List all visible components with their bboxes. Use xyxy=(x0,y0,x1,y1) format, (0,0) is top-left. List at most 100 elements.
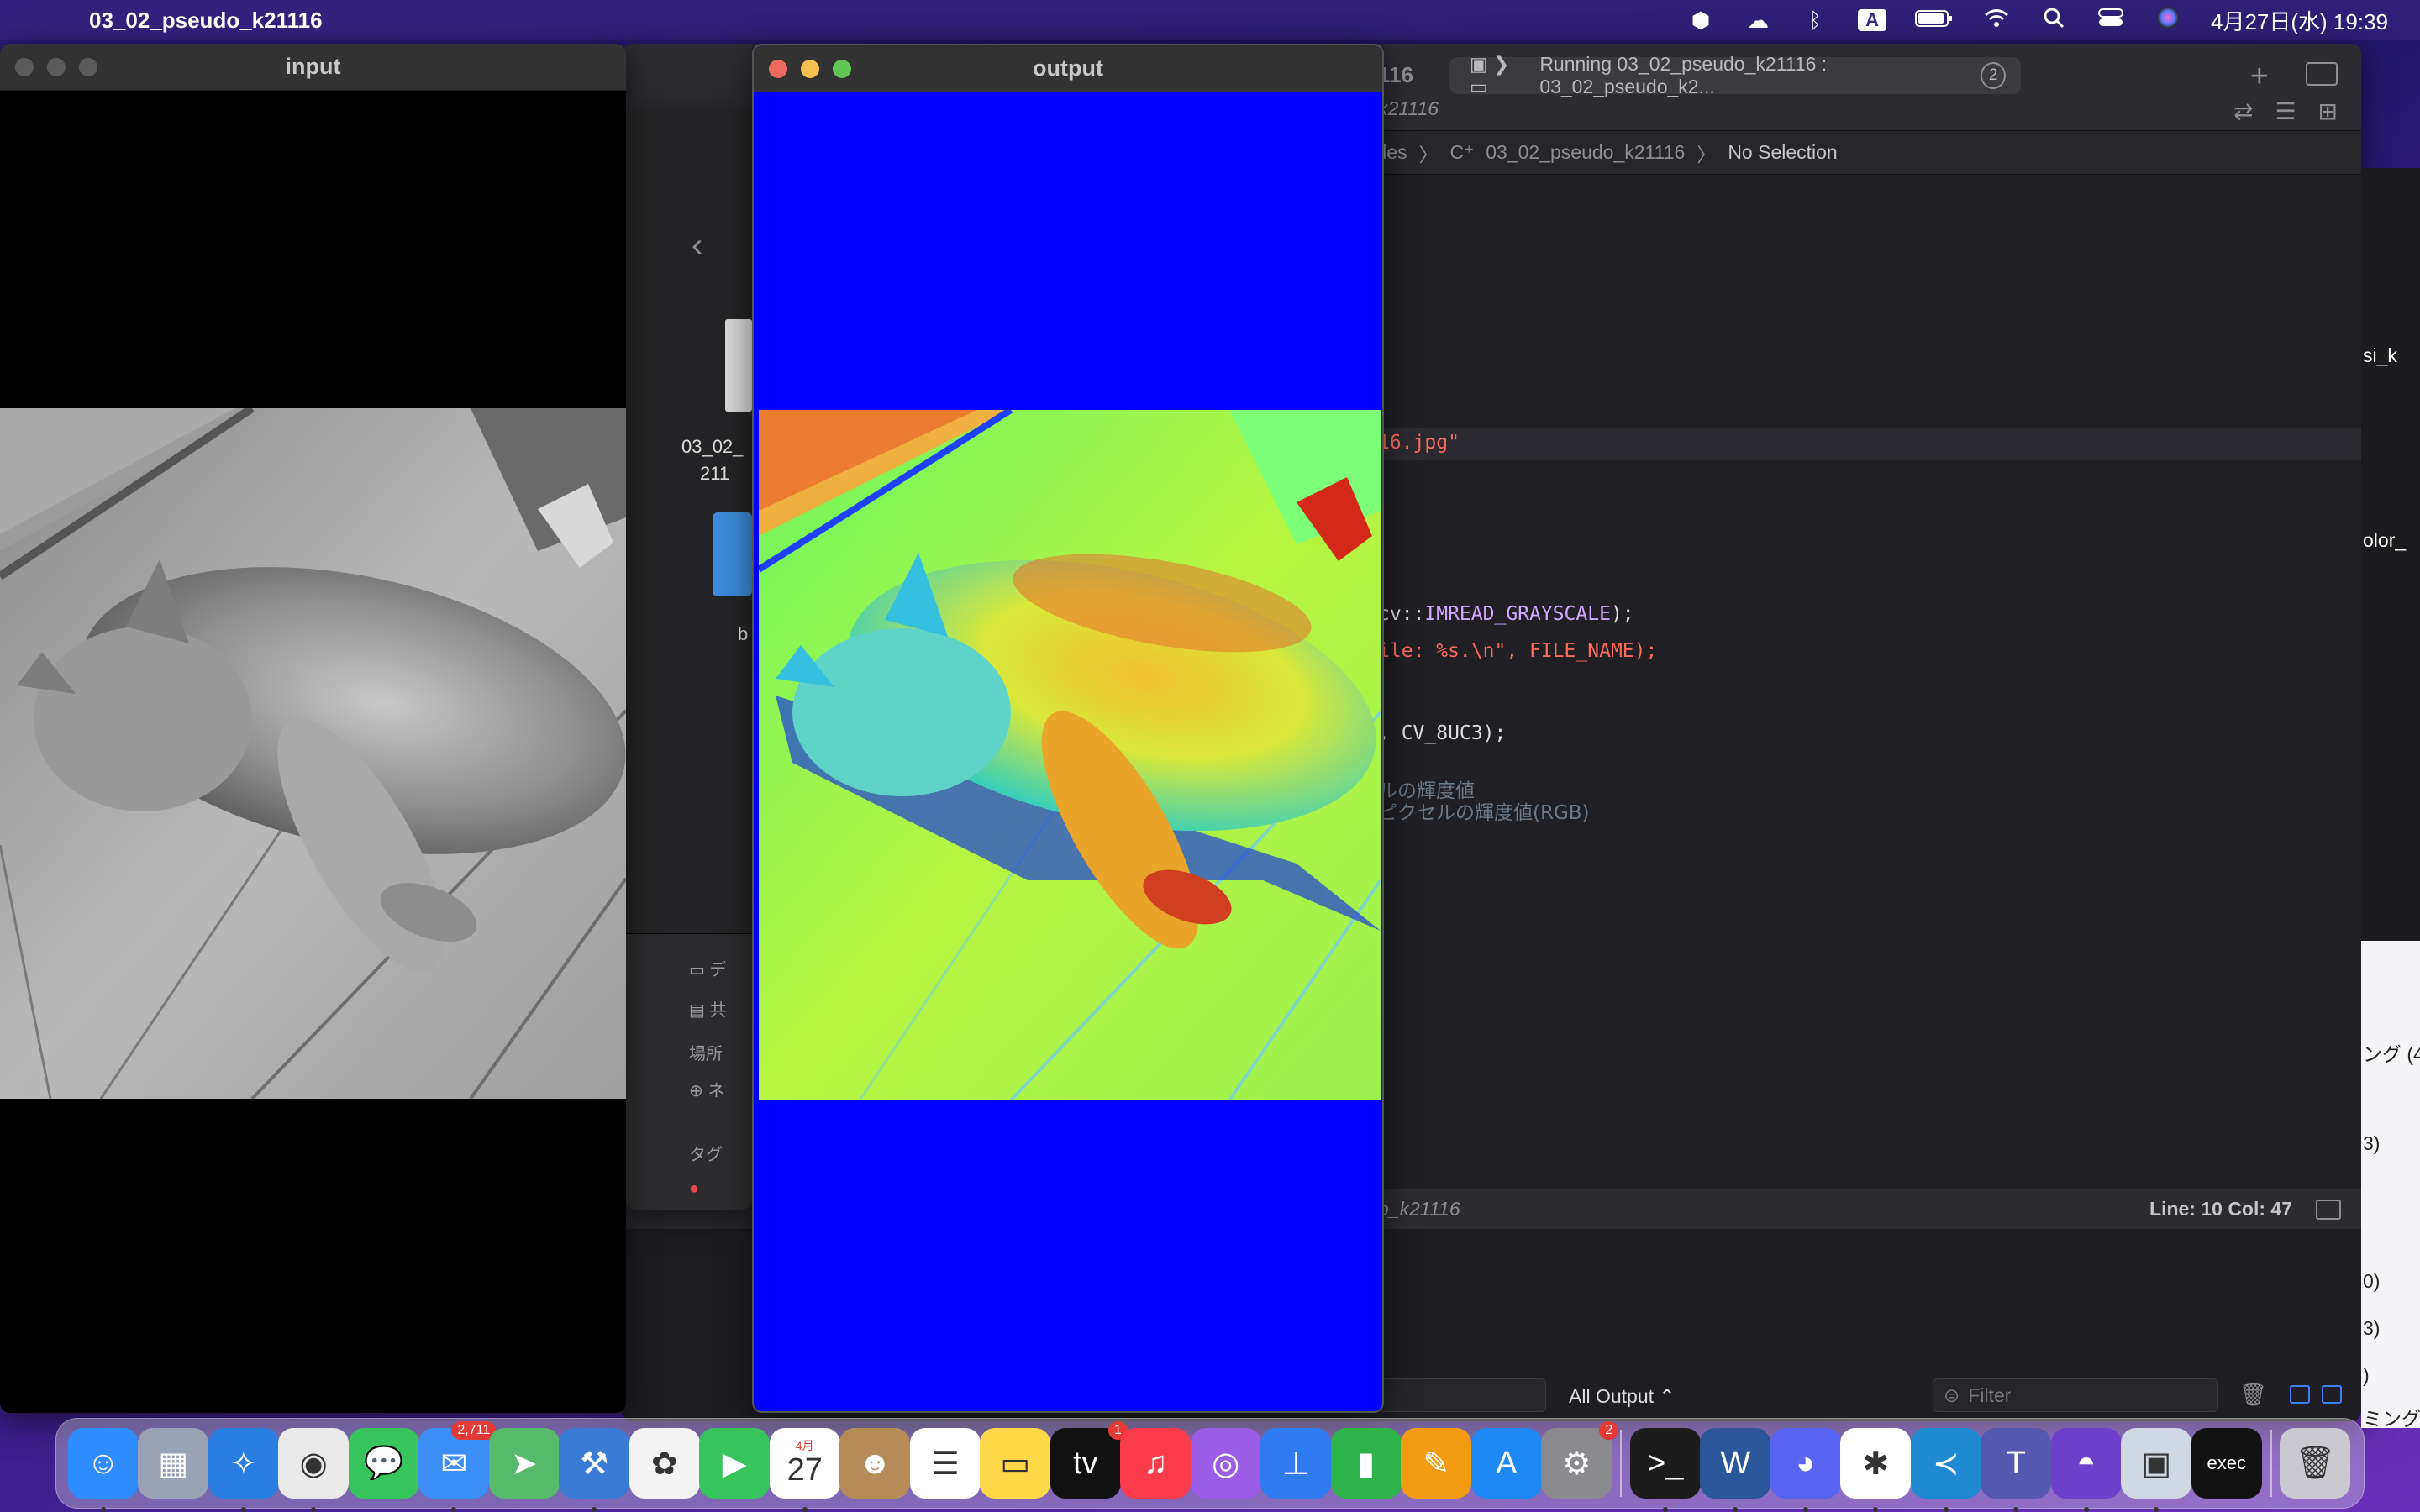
minimize-button[interactable] xyxy=(47,57,66,76)
teams-icon[interactable]: T xyxy=(1981,1428,2052,1512)
activity-view[interactable]: ▣ ❯ ▭ Running 03_02_pseudo_k21116 : 03_0… xyxy=(1449,53,2021,97)
console-view-icon[interactable] xyxy=(2322,1385,2342,1404)
exec-icon[interactable]: exec xyxy=(2191,1428,2262,1499)
github-desktop-icon[interactable]: ◓ xyxy=(2050,1428,2122,1512)
add-editor-icon[interactable]: ⊞ xyxy=(2318,97,2338,125)
input-source-icon[interactable]: A xyxy=(1858,9,1887,31)
keynote-icon[interactable]: ⊥ xyxy=(1260,1428,1332,1499)
document-icon[interactable] xyxy=(725,319,752,412)
swap-icon[interactable]: ⇄ xyxy=(2233,97,2253,125)
editor-layout-icon[interactable]: ☰ xyxy=(2275,97,2296,125)
debug-area-toggle-icon[interactable] xyxy=(2316,1199,2341,1220)
sidebar-item-shared[interactable]: ▤ 共 xyxy=(689,996,726,1021)
notes-icon[interactable]: ▭ xyxy=(980,1428,1051,1499)
c-file-icon: C⁺ xyxy=(1449,141,1475,163)
right-item[interactable]: 0) xyxy=(2363,1270,2380,1293)
wifi-icon[interactable] xyxy=(1982,8,2011,34)
variables-filter-field[interactable] xyxy=(1378,1378,1546,1412)
code-line[interactable]: , CV_8UC3); xyxy=(1378,722,1506,744)
zoom-button[interactable] xyxy=(833,59,851,78)
code-comment[interactable]: ピクセルの輝度値(RGB) xyxy=(1378,796,1590,825)
editor-tab[interactable]: k21116 xyxy=(1378,97,1439,120)
dock-glyph: ▣ xyxy=(2141,1446,2172,1482)
window-controls xyxy=(769,59,851,78)
trash-icon[interactable]: 🗑 xyxy=(2280,1428,2351,1499)
vscode-icon[interactable]: ≺ xyxy=(1910,1428,1981,1512)
messages-icon[interactable]: 💬 xyxy=(348,1428,419,1499)
terminal-icon[interactable]: >_ xyxy=(1629,1428,1701,1512)
cloud-alert-icon[interactable]: ☁ xyxy=(1744,8,1772,34)
siri-icon[interactable] xyxy=(2154,6,2182,35)
right-item[interactable]: ング (4 xyxy=(2363,1038,2420,1067)
sidebar-item-network[interactable]: ⊕ ネ xyxy=(689,1077,724,1101)
tv-icon[interactable]: tv 1 xyxy=(1050,1421,1128,1499)
input-window[interactable]: input xyxy=(0,44,626,1413)
back-icon[interactable]: ‹ xyxy=(692,227,702,265)
breadcrumb-selection[interactable]: No Selection xyxy=(1728,141,1837,164)
sidebar-label: ネ xyxy=(708,1082,725,1100)
close-button[interactable] xyxy=(769,59,787,78)
output-selector[interactable]: All Output ⌃ xyxy=(1569,1385,1676,1408)
shared-folder-icon: ▤ xyxy=(689,1001,705,1020)
music-icon[interactable]: ♫ xyxy=(1120,1428,1192,1499)
variables-view-icon[interactable] xyxy=(2290,1385,2310,1404)
pages-icon[interactable]: ✎ xyxy=(1401,1428,1472,1499)
menu-app-name[interactable]: 03_02_pseudo_k21116 xyxy=(89,8,323,34)
slack-icon[interactable]: ✱ xyxy=(1840,1428,1912,1512)
menu-clock[interactable]: 4月27日(水) 19:39 xyxy=(2211,5,2388,36)
add-button[interactable]: + xyxy=(2250,59,2269,95)
xcode-icon[interactable]: ⚒ xyxy=(559,1428,630,1512)
folder-icon[interactable] xyxy=(713,512,752,596)
code-line[interactable]: cv::IMREAD_GRAYSCALE); xyxy=(1378,603,1634,625)
photos-icon[interactable]: ✿ xyxy=(629,1428,700,1499)
system-preferences-icon[interactable]: ⚙ 2 xyxy=(1541,1421,1619,1499)
output-window[interactable]: output xyxy=(752,44,1384,1413)
dock-glyph: ⚒ xyxy=(580,1446,609,1482)
inspector-toggle-icon[interactable] xyxy=(2306,62,2338,86)
right-item[interactable]: ミング基 xyxy=(2363,1403,2420,1428)
launchpad-icon[interactable]: ▦ xyxy=(138,1428,209,1499)
right-item[interactable]: ) xyxy=(2363,1364,2370,1387)
podcasts-icon[interactable]: ◎ xyxy=(1190,1428,1261,1499)
issue-count-badge[interactable]: 2 xyxy=(1981,62,2006,89)
mail-icon[interactable]: ✉ 2,711 xyxy=(418,1421,497,1512)
close-button[interactable] xyxy=(15,57,34,76)
right-item[interactable]: olor_ xyxy=(2363,529,2406,552)
clear-console-icon[interactable]: 🗑 xyxy=(2239,1382,2267,1408)
control-center-icon[interactable] xyxy=(2096,8,2125,34)
dock-glyph: ◉ xyxy=(299,1446,328,1482)
right-item[interactable]: si_k xyxy=(2363,344,2397,367)
kerberos-icon[interactable]: ⬢ xyxy=(1686,8,1715,34)
finder-icon[interactable]: ☺ xyxy=(67,1428,139,1512)
numbers-icon[interactable]: ▮ xyxy=(1330,1428,1402,1499)
calendar-icon[interactable]: 4月 27 xyxy=(769,1428,840,1512)
tag-red-icon[interactable]: ● xyxy=(689,1179,699,1199)
preview-icon[interactable]: ▣ xyxy=(2121,1428,2192,1512)
output-titlebar[interactable]: output xyxy=(754,45,1382,92)
spotlight-icon[interactable] xyxy=(2039,7,2068,34)
word-icon[interactable]: W xyxy=(1700,1428,1771,1512)
maps-icon[interactable]: ➤ xyxy=(488,1428,560,1499)
dock-slot: ☰ xyxy=(909,1428,981,1499)
app-store-icon[interactable]: A xyxy=(1470,1428,1542,1499)
reminders-icon[interactable]: ☰ xyxy=(909,1428,981,1499)
breadcrumb-file[interactable]: 03_02_pseudo_k21116 xyxy=(1486,141,1685,164)
input-titlebar[interactable]: input xyxy=(0,44,626,91)
output-image-area xyxy=(759,92,1381,1411)
safari-icon[interactable]: ✧ xyxy=(208,1428,279,1512)
code-line[interactable]: ile: %s.\n", FILE_NAME); xyxy=(1378,640,1657,662)
battery-icon[interactable] xyxy=(1915,8,1954,34)
console-filter[interactable]: ⊜ Filter xyxy=(1933,1378,2218,1412)
chrome-icon[interactable]: ◉ xyxy=(278,1428,350,1512)
zoom-button[interactable] xyxy=(79,57,97,76)
right-item[interactable]: 3) xyxy=(2363,1132,2380,1155)
contacts-icon[interactable]: ☻ xyxy=(839,1428,911,1499)
facetime-icon[interactable]: ▶ xyxy=(699,1428,771,1499)
bluetooth-icon[interactable]: ᛒ xyxy=(1801,8,1829,34)
code-line[interactable]: 16.jpg" xyxy=(1378,432,1460,454)
running-indicator xyxy=(100,1507,106,1512)
right-item[interactable]: 3) xyxy=(2363,1317,2380,1340)
minimize-button[interactable] xyxy=(801,59,819,78)
sidebar-item-desktop[interactable]: ▭ デ xyxy=(689,956,726,980)
discord-icon[interactable]: ◕ xyxy=(1770,1428,1841,1512)
